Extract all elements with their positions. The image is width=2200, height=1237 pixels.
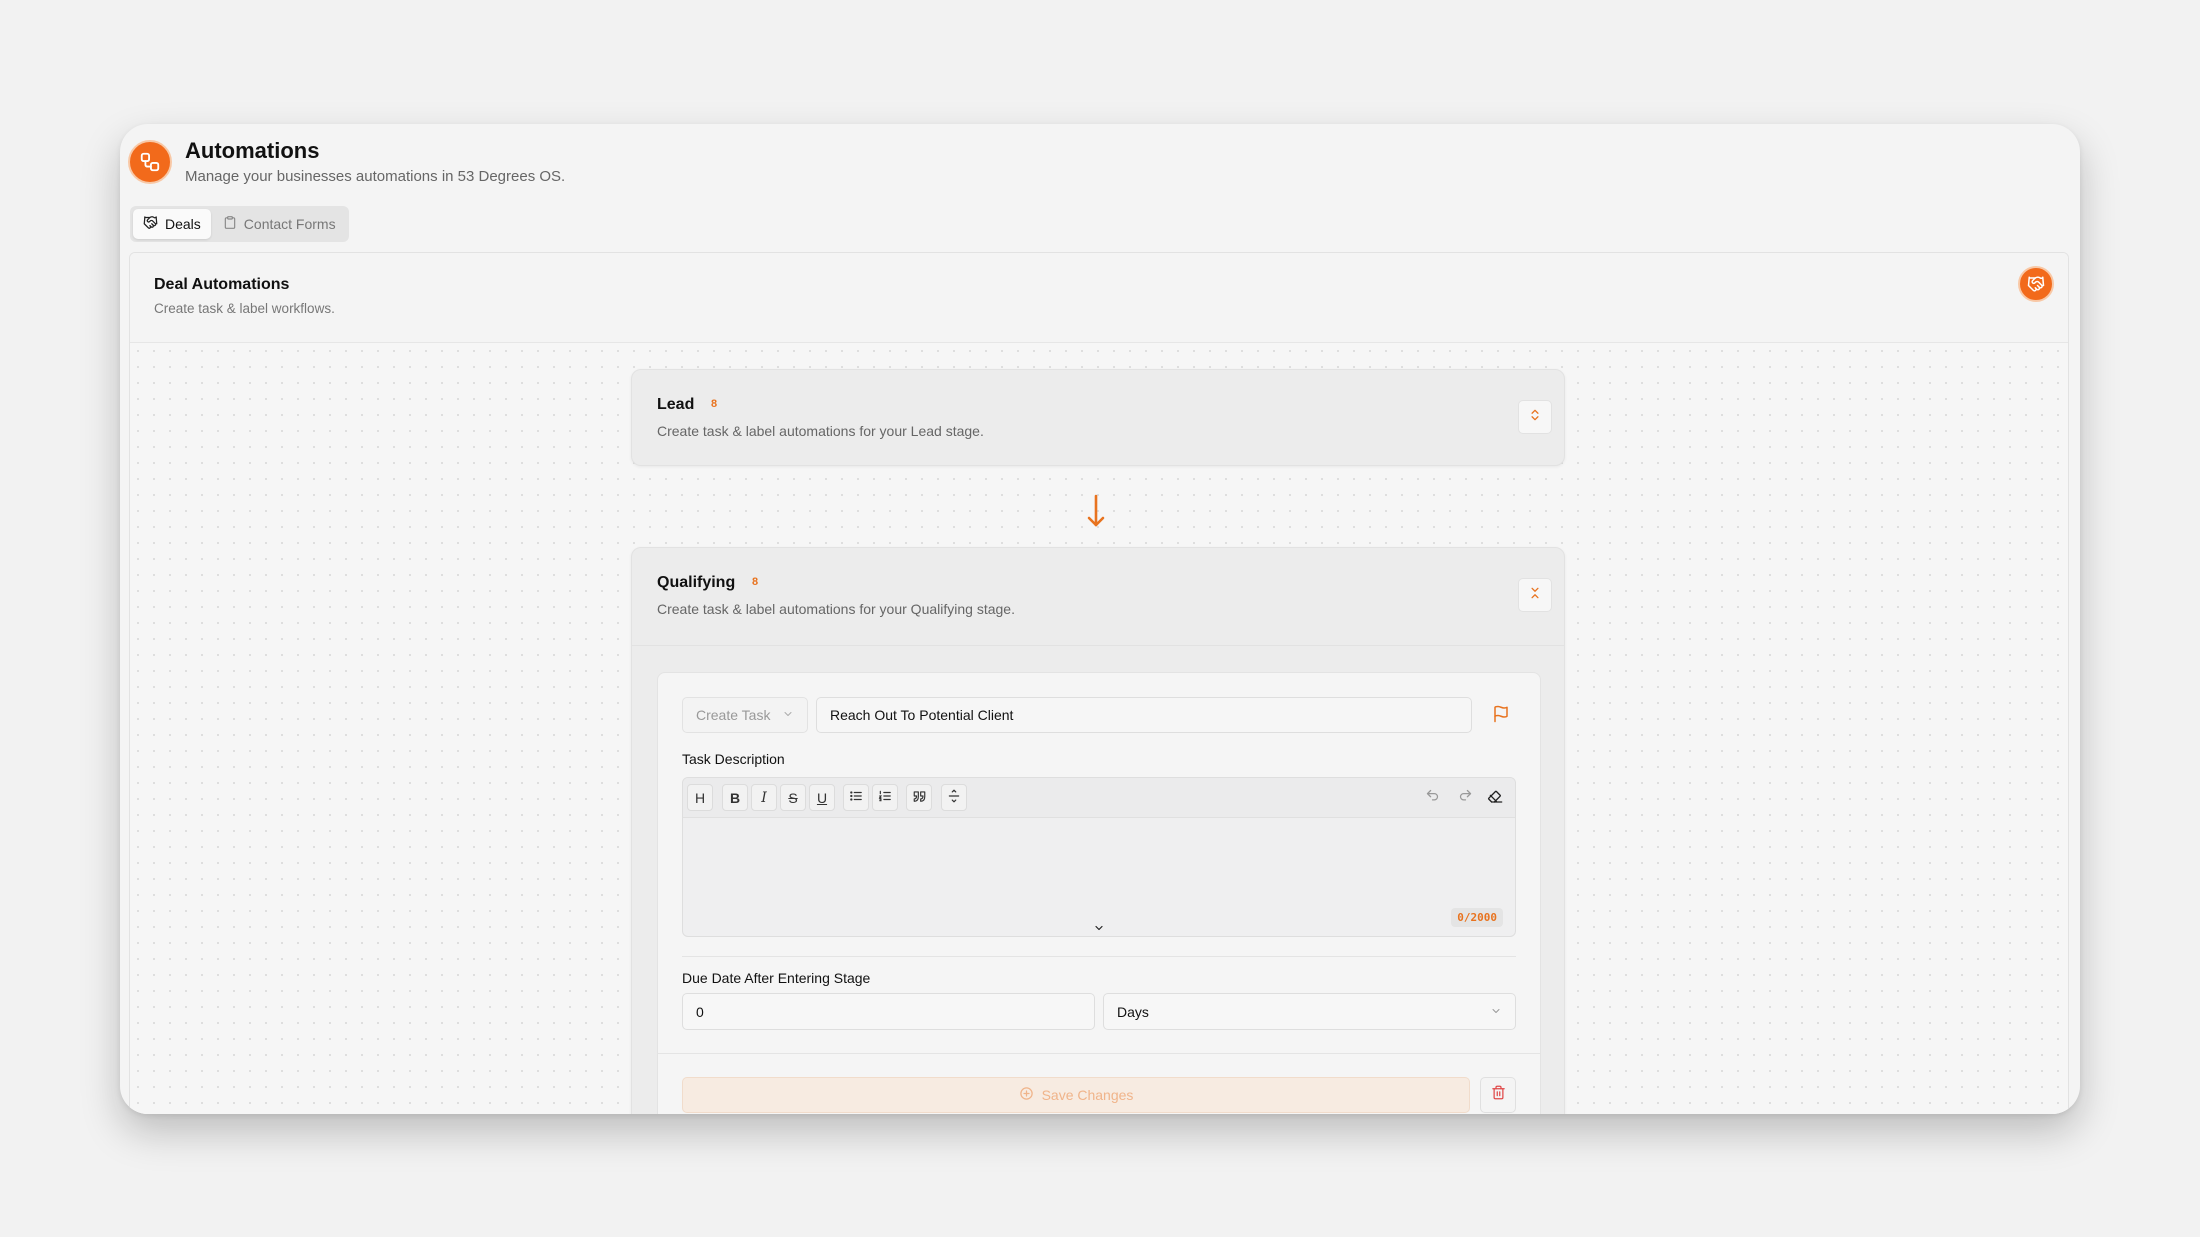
tab-deals[interactable]: Deals: [133, 209, 211, 239]
chevron-down-icon: [782, 707, 794, 723]
arrow-down-icon: [1084, 493, 1108, 534]
italic-glyph: I: [761, 789, 767, 806]
task-title-input[interactable]: [816, 697, 1472, 733]
delete-button[interactable]: [1480, 1077, 1516, 1113]
chevrons-collapse-icon: [1528, 586, 1542, 605]
ordered-list-button[interactable]: [872, 784, 898, 811]
handshake-icon: [2018, 266, 2054, 302]
due-unit-value: Days: [1117, 1003, 1149, 1020]
bullet-list-button[interactable]: [843, 784, 869, 811]
bullet-list-icon: [849, 789, 863, 807]
underline-button[interactable]: U: [809, 784, 835, 811]
stage-description: Create task & label automations for your…: [657, 601, 1015, 617]
stage-name: Qualifying: [657, 574, 736, 591]
tab-contact-forms[interactable]: Contact Forms: [213, 209, 346, 239]
editor-toolbar: H B I S U: [683, 778, 1515, 818]
heading-glyph: H: [694, 789, 706, 806]
chevrons-up-down-icon: [1528, 408, 1542, 427]
quote-button[interactable]: [906, 784, 932, 811]
tab-contact-forms-label: Contact Forms: [243, 216, 336, 232]
stage-divider: [632, 645, 1564, 646]
due-date-label: Due Date After Entering Stage: [682, 970, 871, 986]
editor-content-area[interactable]: [683, 819, 1515, 936]
action-type-value: Create Task: [696, 707, 771, 723]
workflow-canvas: Lead 8 Create task & label automations f…: [130, 343, 2068, 1114]
stage-header-qualifying[interactable]: Qualifying 8 Create task & label automat…: [632, 548, 1564, 644]
italic-button[interactable]: I: [751, 784, 777, 811]
character-count: 0/2000: [1451, 908, 1503, 927]
save-changes-label: Save Changes: [1041, 1087, 1134, 1103]
tab-bar: Deals Contact Forms: [130, 206, 349, 242]
deal-automations-panel: Deal Automations Create task & label wor…: [129, 252, 2069, 1114]
flag-icon[interactable]: [1492, 705, 1510, 728]
task-description-label: Task Description: [682, 751, 785, 767]
strikethrough-button[interactable]: S: [780, 784, 806, 811]
stage-card-lead: Lead 8 Create task & label automations f…: [631, 369, 1565, 466]
strike-glyph: S: [788, 789, 798, 806]
chevron-down-icon: [1490, 1004, 1502, 1020]
underline-glyph: U: [816, 789, 828, 806]
action-type-select[interactable]: Create Task: [682, 697, 808, 733]
panel-header: Deal Automations Create task & label wor…: [130, 253, 2068, 343]
separator-icon: [947, 789, 961, 807]
collapse-toggle-button[interactable]: [1518, 578, 1552, 612]
chevron-down-icon[interactable]: [1092, 921, 1106, 936]
section-divider: [682, 956, 1516, 957]
tab-deals-label: Deals: [165, 216, 201, 232]
handshake-icon: [143, 215, 158, 233]
rich-text-editor: H B I S U 0/2000: [682, 777, 1516, 937]
page-subtitle: Manage your businesses automations in 53…: [185, 168, 566, 185]
due-date-input[interactable]: [682, 993, 1095, 1030]
panel-subtitle: Create task & label workflows.: [154, 301, 335, 316]
heading-button[interactable]: H: [687, 784, 713, 811]
stage-name: Lead: [657, 396, 695, 413]
due-unit-select[interactable]: Days: [1103, 993, 1516, 1030]
quote-icon: [912, 789, 927, 807]
workflow-icon: [128, 140, 172, 184]
plus-circle-icon: [1019, 1086, 1034, 1104]
redo-icon: [1458, 788, 1473, 808]
card-footer-divider: [658, 1053, 1540, 1054]
bold-glyph: B: [729, 789, 741, 806]
stage-card-qualifying: Qualifying 8 Create task & label automat…: [631, 547, 1565, 1114]
clipboard-icon: [223, 215, 237, 233]
page-title: Automations: [185, 138, 320, 163]
stage-header-lead[interactable]: Lead 8 Create task & label automations f…: [632, 370, 1564, 466]
undo-icon: [1425, 788, 1440, 808]
stage-count-badge: 8: [752, 576, 759, 588]
clear-format-button[interactable]: [1483, 786, 1507, 810]
app-window: Automations Manage your businesses autom…: [120, 124, 2080, 1114]
eraser-icon: [1487, 788, 1503, 809]
save-changes-button[interactable]: Save Changes: [682, 1077, 1470, 1113]
stage-count-badge: 8: [711, 398, 718, 410]
horizontal-rule-button[interactable]: [941, 784, 967, 811]
undo-button[interactable]: [1420, 786, 1444, 810]
bold-button[interactable]: B: [722, 784, 748, 811]
ordered-list-icon: [878, 789, 892, 807]
redo-button[interactable]: [1453, 786, 1477, 810]
expand-toggle-button[interactable]: [1518, 400, 1552, 434]
trash-icon: [1491, 1085, 1506, 1105]
stage-description: Create task & label automations for your…: [657, 423, 984, 439]
task-automation-card: Create Task Task Description: [657, 672, 1541, 1114]
panel-title: Deal Automations: [154, 276, 290, 293]
